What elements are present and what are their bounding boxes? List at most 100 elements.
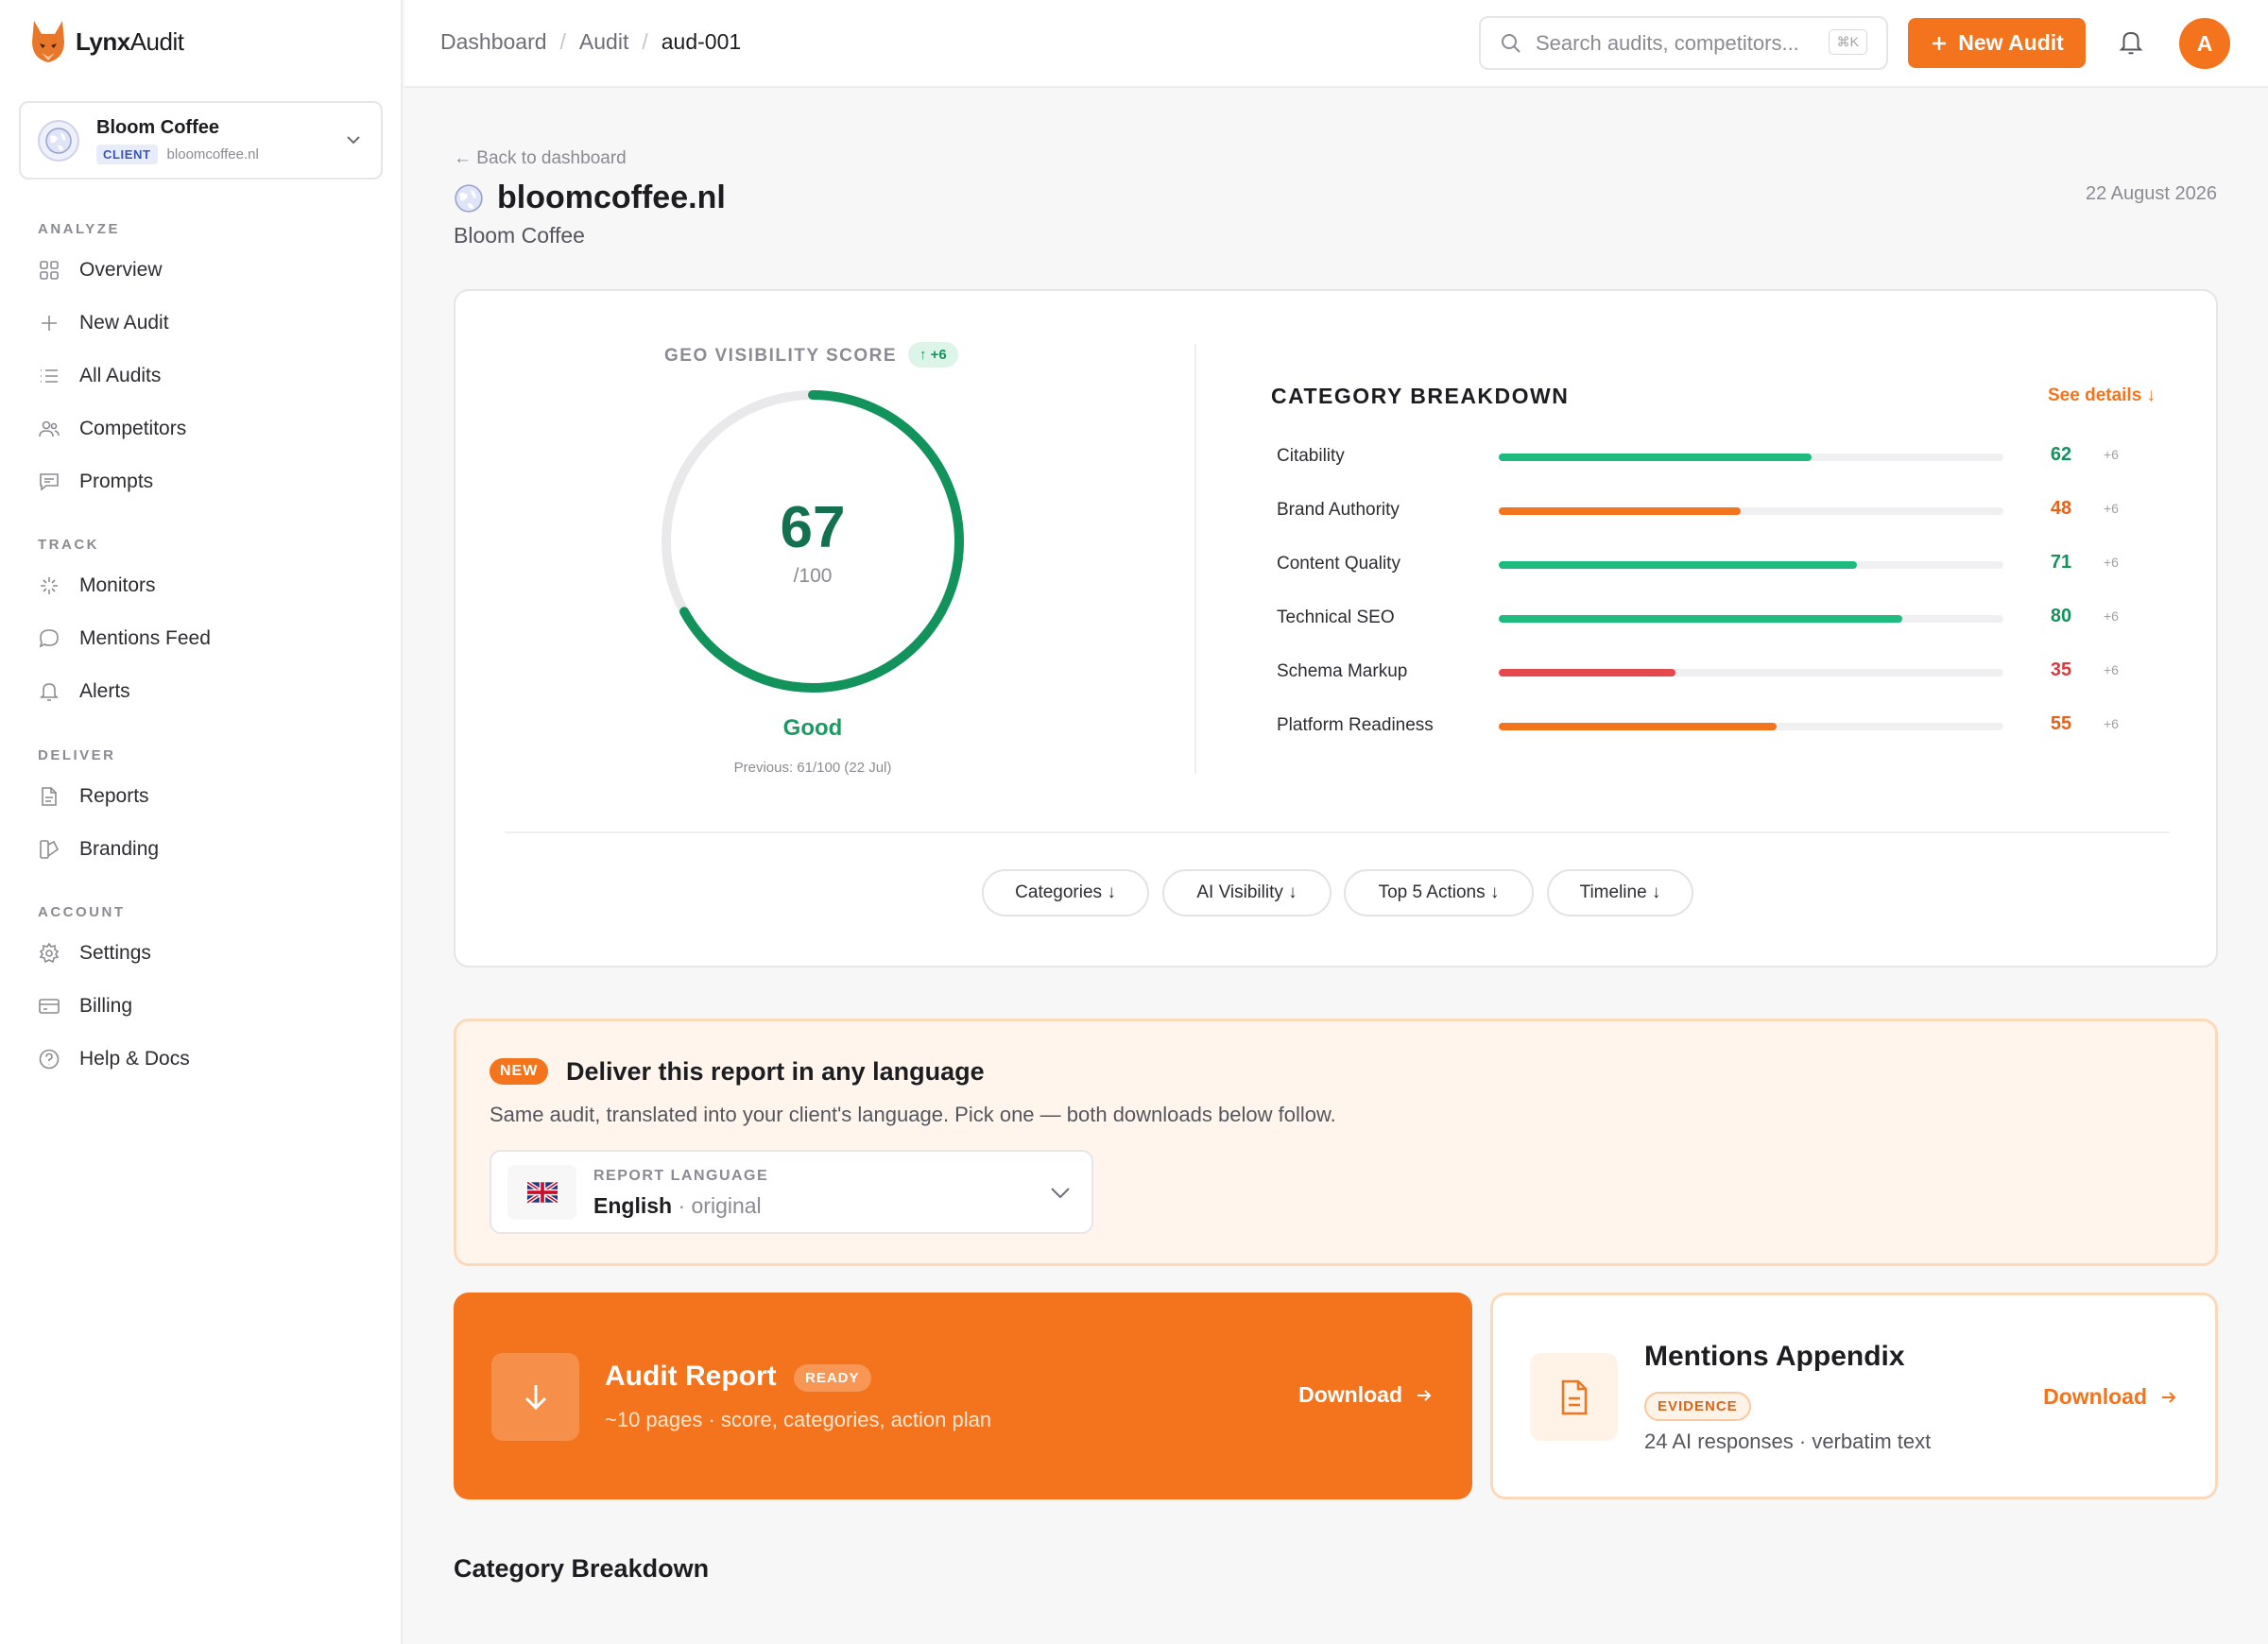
divider: [1194, 344, 1196, 774]
category-name: Platform Readiness: [1277, 715, 1434, 735]
bell-icon: [40, 683, 59, 701]
sidebar-item-label: All Audits: [79, 365, 162, 386]
search-placeholder: Search audits, competitors...: [1536, 30, 1799, 55]
category-name: Brand Authority: [1277, 500, 1400, 520]
chip-timeline[interactable]: Timeline ↓: [1547, 869, 1693, 916]
category-bar-track: [1499, 561, 2003, 569]
sidebar-item-help[interactable]: Help & Docs: [38, 1048, 190, 1070]
section-heading: Category Breakdown: [454, 1554, 710, 1583]
category-row: Content Quality 71 +6: [1277, 550, 2174, 578]
domain-heading: bloomcoffee.nl: [497, 180, 726, 215]
category-bar-track: [1499, 723, 2003, 730]
language-value: English · original: [593, 1193, 762, 1219]
category-score: 48: [2050, 498, 2072, 519]
ready-badge: READY: [794, 1364, 871, 1392]
notifications-bell-icon[interactable]: [2117, 28, 2145, 57]
category-delta: +6: [2104, 716, 2119, 731]
search-input[interactable]: Search audits, competitors... ⌘K: [1479, 16, 1888, 70]
category-bar-fill: [1499, 615, 1903, 623]
chip-ai-visibility[interactable]: AI Visibility ↓: [1162, 869, 1332, 916]
download-label: Download: [2043, 1384, 2147, 1409]
arrow-right-icon: [1418, 1389, 1432, 1401]
avatar[interactable]: A: [2179, 18, 2230, 69]
score-delta-badge: ↑ +6: [908, 342, 958, 368]
app-logo[interactable]: LynxAudit: [28, 19, 184, 64]
back-link[interactable]: ← Back to dashboard: [454, 148, 627, 169]
sidebar-item-alerts[interactable]: Alerts: [38, 680, 130, 703]
sidebar-item-label: Reports: [79, 785, 149, 807]
gear-icon: [39, 942, 60, 964]
sidebar-item-all-audits[interactable]: All Audits: [38, 365, 161, 387]
sidebar-item-new-audit[interactable]: New Audit: [38, 312, 169, 334]
score-previous: Previous: 61/100 (22 Jul): [733, 760, 892, 776]
new-audit-button[interactable]: New Audit: [1908, 18, 2086, 68]
breadcrumb-separator: /: [642, 29, 648, 54]
chip-categories[interactable]: Categories ↓: [982, 869, 1149, 916]
report-download-button[interactable]: Download: [1298, 1382, 1433, 1408]
category-bar-track: [1499, 454, 2003, 461]
breadcrumb-dashboard[interactable]: Dashboard: [440, 29, 547, 55]
sidebar-item-label: Competitors: [79, 418, 187, 439]
sidebar-item-label: Prompts: [79, 471, 154, 492]
search-shortcut: ⌘K: [1828, 29, 1867, 55]
category-row: Citability 62 +6: [1277, 442, 2174, 471]
users-icon: [39, 420, 60, 437]
see-details-link[interactable]: See details ↓: [2048, 385, 2156, 406]
sidebar-item-mentions-feed[interactable]: Mentions Feed: [38, 627, 211, 650]
document-icon: [1530, 1353, 1618, 1441]
score-grade: Good: [782, 715, 843, 741]
report-language-select[interactable]: REPORT LANGUAGE English · original: [490, 1150, 1093, 1234]
sidebar-item-label: Mentions Feed: [79, 627, 211, 649]
category-bar-fill: [1499, 723, 1777, 730]
category-row: Schema Markup 35 +6: [1277, 658, 2174, 686]
score-label: GEO VISIBILITY SCORE: [664, 346, 898, 366]
sidebar-item-label: Branding: [79, 838, 160, 860]
breadcrumb-audit[interactable]: Audit: [579, 29, 628, 55]
sidebar-item-branding[interactable]: Branding: [38, 838, 159, 861]
category-name: Technical SEO: [1277, 608, 1395, 627]
nav-section-analyze: ANALYZE: [38, 221, 120, 237]
nav-section-track: TRACK: [38, 537, 99, 553]
chat-icon: [39, 629, 59, 648]
language-note: · original: [678, 1193, 762, 1218]
category-delta: +6: [2104, 501, 2119, 516]
message-icon: [40, 473, 59, 491]
chevron-down-icon: [1051, 1188, 1070, 1199]
sidebar-item-reports[interactable]: Reports: [38, 785, 149, 808]
client-badge: CLIENT: [96, 144, 158, 164]
help-icon: [39, 1049, 60, 1070]
lynx-logo-icon: [32, 21, 64, 62]
language-label: REPORT LANGUAGE: [593, 1168, 769, 1184]
new-audit-label: New Audit: [1958, 30, 2064, 55]
new-badge: NEW: [490, 1058, 549, 1085]
app-name-bold: Lynx: [76, 26, 130, 56]
evidence-badge: EVIDENCE: [1644, 1392, 1751, 1421]
sidebar-item-label: Billing: [79, 995, 133, 1017]
sidebar-item-monitors[interactable]: Monitors: [38, 574, 156, 597]
category-score: 80: [2050, 606, 2072, 626]
category-bar-fill: [1499, 669, 1675, 676]
app-name-rest: Audit: [129, 26, 184, 56]
breadcrumb-separator: /: [559, 29, 566, 54]
category-delta: +6: [2104, 662, 2119, 677]
company-name: Bloom Coffee: [454, 223, 585, 248]
client-domain: bloomcoffee.nl: [166, 146, 259, 163]
appendix-title: Mentions Appendix: [1644, 1341, 1905, 1372]
appendix-download-button[interactable]: Download: [2043, 1384, 2177, 1410]
file-icon: [42, 787, 57, 806]
sparkle-icon: [41, 577, 58, 594]
client-switcher[interactable]: Bloom Coffee CLIENT bloomcoffee.nl: [19, 101, 383, 180]
sidebar-item-settings[interactable]: Settings: [38, 942, 151, 965]
category-bar-track: [1499, 507, 2003, 515]
sidebar-item-competitors[interactable]: Competitors: [38, 418, 186, 440]
sidebar-item-billing[interactable]: Billing: [38, 995, 132, 1018]
category-name: Schema Markup: [1277, 661, 1408, 681]
globe-icon: [455, 183, 483, 213]
score-card: GEO VISIBILITY SCORE ↑ +6 67 /100 Good P…: [454, 289, 2218, 968]
sidebar-item-prompts[interactable]: Prompts: [38, 471, 153, 493]
sidebar-item-overview[interactable]: Overview: [38, 259, 163, 282]
score-max: /100: [793, 565, 833, 587]
nav-section-account: ACCOUNT: [38, 904, 126, 920]
chip-top-actions[interactable]: Top 5 Actions ↓: [1344, 869, 1534, 916]
plus-icon: [42, 316, 57, 331]
